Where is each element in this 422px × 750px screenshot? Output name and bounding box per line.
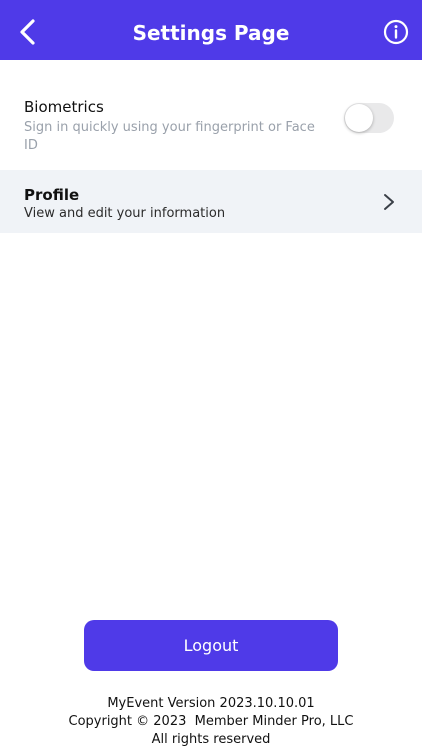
footer: MyEvent Version 2023.10.10.01 Copyright …	[0, 695, 422, 749]
profile-subtitle: View and edit your information	[24, 206, 226, 221]
toggle-knob	[345, 104, 373, 132]
info-icon	[383, 19, 409, 45]
biometrics-toggle[interactable]	[344, 103, 394, 133]
chevron-right-icon	[384, 194, 394, 210]
header-bar: Settings Page	[0, 0, 422, 60]
logout-button[interactable]: Logout	[84, 620, 338, 671]
profile-setting-row[interactable]: Profile View and edit your information	[0, 170, 422, 233]
biometrics-setting-row: Biometrics Sign in quickly using your fi…	[0, 60, 422, 168]
profile-title: Profile	[24, 186, 80, 204]
copyright-text: Copyright © 2023 Member Minder Pro, LLC	[68, 714, 354, 729]
biometrics-subtitle: Sign in quickly using your fingerprint o…	[24, 120, 315, 153]
page-title: Settings Page	[132, 21, 290, 45]
version-text: MyEvent Version 2023.10.10.01	[107, 696, 315, 711]
biometrics-title: Biometrics	[24, 98, 104, 116]
info-button[interactable]	[382, 18, 410, 46]
rights-text: All rights reserved	[151, 732, 271, 747]
